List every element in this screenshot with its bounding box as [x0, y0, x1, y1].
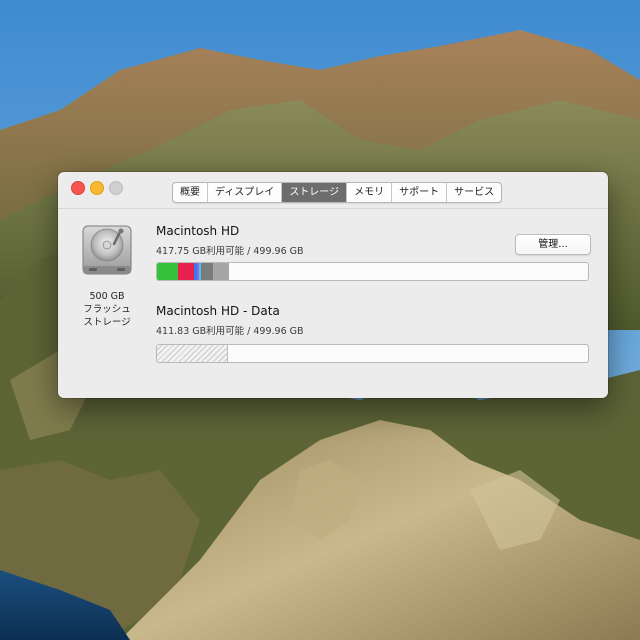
tab-bar: 概要 ディスプレイ ストレージ メモリ サポート サービス [172, 182, 503, 203]
usage-segment-documents [178, 263, 194, 280]
tab-service[interactable]: サービス [447, 183, 501, 202]
disk-type-line1: フラッシュ [83, 304, 131, 315]
usage-segment-used-hatched [157, 345, 228, 362]
tab-support[interactable]: サポート [392, 183, 448, 202]
volume-name-data: Macintosh HD - Data [156, 304, 280, 318]
volume-info-data: 411.83 GB利用可能 / 499.96 GB [156, 326, 304, 337]
disk-type-line2: ストレージ [83, 317, 131, 328]
usage-segment-system [201, 263, 213, 280]
storage-usage-bar [156, 262, 589, 281]
title-bar[interactable]: 概要 ディスプレイ ストレージ メモリ サポート サービス [58, 172, 608, 203]
toolbar-divider [58, 208, 608, 209]
manage-button[interactable]: 管理... [515, 234, 591, 255]
tab-displays[interactable]: ディスプレイ [208, 183, 283, 202]
about-this-mac-window: 概要 ディスプレイ ストレージ メモリ サポート サービス 500 GB フラッ… [58, 172, 608, 398]
hard-drive-icon [80, 222, 134, 278]
tab-memory[interactable]: メモリ [347, 183, 393, 202]
storage-usage-bar-data [156, 344, 589, 363]
tab-overview[interactable]: 概要 [173, 183, 208, 202]
minimize-button[interactable] [90, 181, 104, 195]
usage-segment-other-volumes [213, 263, 229, 280]
close-button[interactable] [71, 181, 85, 195]
disk-caption: 500 GB フラッシュ ストレージ [72, 290, 142, 329]
zoom-button[interactable] [109, 181, 123, 195]
volume-info: 417.75 GB利用可能 / 499.96 GB [156, 246, 304, 257]
disk-capacity: 500 GB [89, 291, 125, 302]
usage-segment-apps [157, 263, 178, 280]
volume-name: Macintosh HD [156, 224, 240, 238]
tab-storage[interactable]: ストレージ [282, 183, 348, 202]
